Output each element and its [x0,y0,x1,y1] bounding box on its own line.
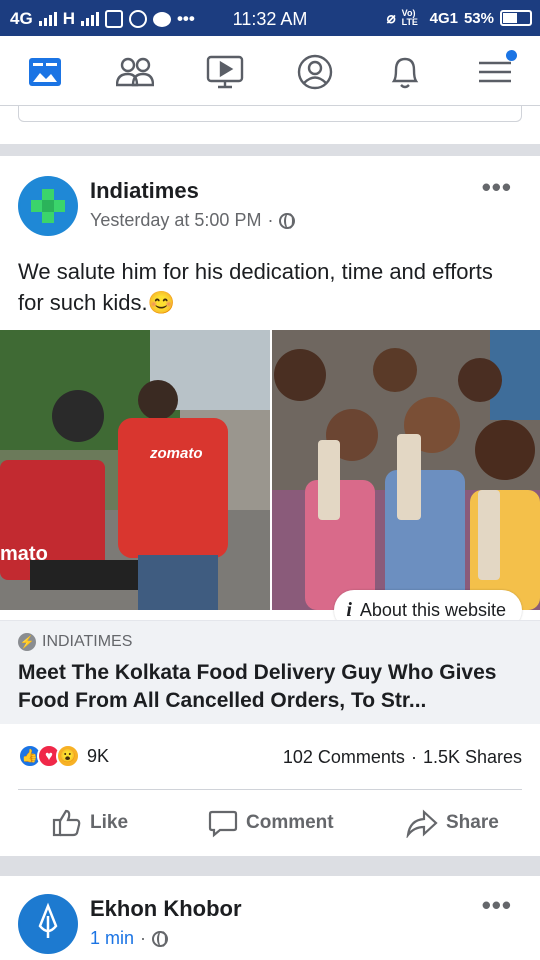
reaction-count: 9K [87,745,110,766]
post-actions: Like Comment Share [0,796,540,852]
like-button[interactable]: Like [52,808,128,838]
notifications-tab[interactable] [385,52,425,92]
comment-label: Comment [246,812,334,833]
menu-icon [479,61,511,83]
meta-separator: · [267,210,274,230]
link-source-label: INDIATIMES [42,633,133,650]
like-icon [52,809,81,837]
bell-icon [391,57,419,89]
link-source: ⚡ INDIATIMES [18,633,132,651]
menu-tab[interactable] [475,50,517,92]
share-label: Share [446,812,499,833]
shares-count[interactable]: 1.5K Shares [423,747,522,768]
menu-notification-dot [506,50,517,61]
comment-icon [208,810,238,838]
news-feed-tab[interactable] [25,52,65,92]
comment-button[interactable]: Comment [208,808,334,838]
news-feed-icon [29,58,61,86]
next-post-card: Ekhon Khobor 1 min · ••• [0,876,540,960]
shirt-brand-text: zomato [149,445,203,462]
like-label: Like [90,812,129,833]
page-name[interactable]: Indiatimes [90,178,199,204]
post-meta: Yesterday at 5:00 PM · [90,210,296,231]
battery-icon [500,10,532,26]
article-photo: zomato mato [0,330,540,610]
next-page-avatar[interactable] [18,894,78,954]
top-nav [0,36,540,106]
mute-icon: ⌀ [386,10,396,27]
post-timestamp[interactable]: Yesterday at 5:00 PM [90,210,261,231]
post-card: Indiatimes Yesterday at 5:00 PM · ••• We… [0,156,540,856]
next-page-name[interactable]: Ekhon Khobor [90,896,242,922]
battery-label: 53% [463,9,494,27]
next-post-timestamp[interactable]: 1 min [90,928,134,949]
next-meta-separator: · [140,928,147,948]
status-bar: 4G H ••• 11:32 AM ⌀ Vo) LTE 4G1 53% [0,0,540,36]
volte-label: Vo) LTE [401,8,418,27]
post-image[interactable]: zomato mato [0,330,540,610]
next-post-options-icon[interactable]: ••• [482,892,512,918]
previous-post-box [18,106,522,122]
previous-post [0,106,540,144]
action-divider [18,789,522,790]
friends-tab[interactable] [115,52,155,92]
network-right-label: 4G1 [429,9,458,27]
counts-separator: · [410,747,417,767]
link-headline[interactable]: Meet The Kolkata Food Delivery Guy Who G… [18,659,524,715]
instant-article-icon: ⚡ [18,633,36,651]
globe-icon [279,212,296,229]
engagement-counts: 102 Comments · 1.5K Shares [283,747,522,768]
indiatimes-logo-icon [20,178,76,234]
link-preview[interactable]: ⚡ INDIATIMES Meet The Kolkata Food Deliv… [0,620,540,724]
watch-icon [206,55,244,89]
info-icon: i [346,598,352,621]
next-globe-icon [152,930,169,947]
reactions-summary[interactable]: 👍 ♥ 😮 9K [18,744,109,768]
post-text: We salute him for his dedication, time a… [18,259,493,315]
friends-icon [116,57,154,87]
comments-count[interactable]: 102 Comments [283,747,405,768]
profile-icon [297,54,333,90]
wow-reaction-icon: 😮 [56,744,80,768]
watch-tab[interactable] [205,52,245,92]
bag-brand-text: mato [0,543,48,565]
profile-tab[interactable] [295,52,335,92]
about-website-label: About this website [359,599,506,620]
post-options-icon[interactable]: ••• [482,174,512,200]
share-icon [406,809,438,838]
ekhon-khobor-logo-icon [20,896,76,952]
page-avatar[interactable] [18,176,78,236]
status-right: ⌀ Vo) LTE 4G1 53% [387,9,532,27]
next-post-meta: 1 min · [90,928,169,949]
share-button[interactable]: Share [406,808,499,838]
